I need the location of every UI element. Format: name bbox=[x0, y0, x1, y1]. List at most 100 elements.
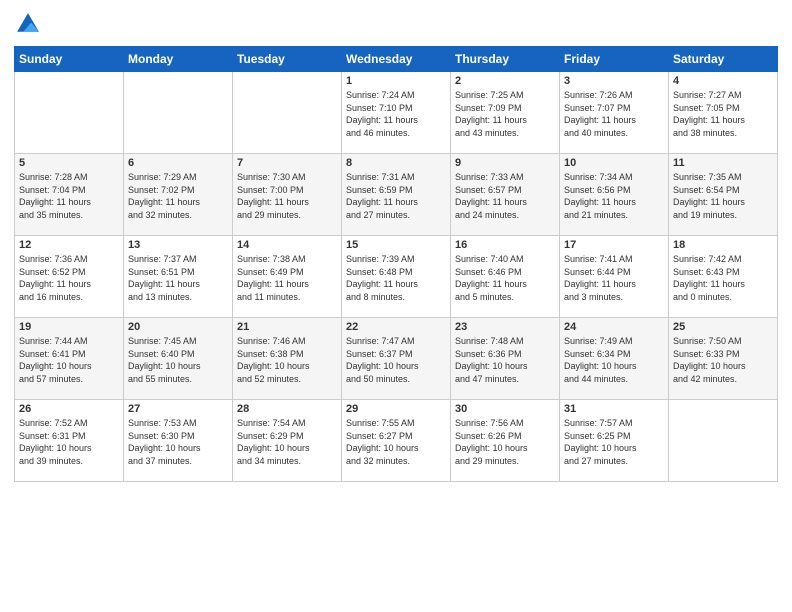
header-row: SundayMondayTuesdayWednesdayThursdayFrid… bbox=[15, 47, 778, 72]
cell-content: Sunrise: 7:52 AM Sunset: 6:31 PM Dayligh… bbox=[19, 417, 119, 467]
cell-content: Sunrise: 7:26 AM Sunset: 7:07 PM Dayligh… bbox=[564, 89, 664, 139]
day-number: 19 bbox=[19, 321, 119, 333]
day-number: 2 bbox=[455, 75, 555, 87]
cell-2-7: 11Sunrise: 7:35 AM Sunset: 6:54 PM Dayli… bbox=[669, 154, 778, 236]
day-number: 31 bbox=[564, 403, 664, 415]
day-number: 3 bbox=[564, 75, 664, 87]
cell-5-1: 26 Sunrise: 7:52 AM Sunset: 6:31 PM Dayli… bbox=[15, 400, 124, 482]
cell-content: Sunrise: 7:30 AM Sunset: 7:00 PM Dayligh… bbox=[237, 171, 337, 221]
cell-3-6: 17 Sunrise: 7:41 AM Sunset: 6:44 PM Dayli… bbox=[560, 236, 669, 318]
day-number: 28 bbox=[237, 403, 337, 415]
cell-2-3: 7 Sunrise: 7:30 AM Sunset: 7:00 PM Daylig… bbox=[233, 154, 342, 236]
cell-content: Sunrise: 7:25 AM Sunset: 7:09 PM Dayligh… bbox=[455, 89, 555, 139]
day-number: 9 bbox=[455, 157, 555, 169]
cell-1-5: 2 Sunrise: 7:25 AM Sunset: 7:09 PM Daylig… bbox=[451, 72, 560, 154]
col-header-thursday: Thursday bbox=[451, 47, 560, 72]
week-row-3: 12 Sunrise: 7:36 AM Sunset: 6:52 PM Dayli… bbox=[15, 236, 778, 318]
day-number: 18 bbox=[673, 239, 773, 251]
cell-2-5: 9 Sunrise: 7:33 AM Sunset: 6:57 PM Daylig… bbox=[451, 154, 560, 236]
cell-2-2: 6 Sunrise: 7:29 AM Sunset: 7:02 PM Daylig… bbox=[124, 154, 233, 236]
col-header-sunday: Sunday bbox=[15, 47, 124, 72]
cell-4-7: 25 Sunrise: 7:50 AM Sunset: 6:33 PM Dayli… bbox=[669, 318, 778, 400]
col-header-friday: Friday bbox=[560, 47, 669, 72]
cell-content: Sunrise: 7:24 AM Sunset: 7:10 PM Dayligh… bbox=[346, 89, 446, 139]
cell-4-6: 24 Sunrise: 7:49 AM Sunset: 6:34 PM Dayli… bbox=[560, 318, 669, 400]
day-number: 26 bbox=[19, 403, 119, 415]
day-number: 13 bbox=[128, 239, 228, 251]
week-row-4: 19 Sunrise: 7:44 AM Sunset: 6:41 PM Dayli… bbox=[15, 318, 778, 400]
cell-1-1 bbox=[15, 72, 124, 154]
cell-content: Sunrise: 7:38 AM Sunset: 6:49 PM Dayligh… bbox=[237, 253, 337, 303]
cell-content: Sunrise: 7:50 AM Sunset: 6:33 PM Dayligh… bbox=[673, 335, 773, 385]
cell-1-3 bbox=[233, 72, 342, 154]
cell-4-2: 20Sunrise: 7:45 AM Sunset: 6:40 PM Dayli… bbox=[124, 318, 233, 400]
day-number: 27 bbox=[128, 403, 228, 415]
cell-5-7 bbox=[669, 400, 778, 482]
day-number: 29 bbox=[346, 403, 446, 415]
cell-5-3: 28 Sunrise: 7:54 AM Sunset: 6:29 PM Dayli… bbox=[233, 400, 342, 482]
cell-4-3: 21Sunrise: 7:46 AM Sunset: 6:38 PM Dayli… bbox=[233, 318, 342, 400]
cell-content: Sunrise: 7:57 AM Sunset: 6:25 PM Dayligh… bbox=[564, 417, 664, 467]
col-header-monday: Monday bbox=[124, 47, 233, 72]
cell-content: Sunrise: 7:34 AM Sunset: 6:56 PM Dayligh… bbox=[564, 171, 664, 221]
day-number: 23 bbox=[455, 321, 555, 333]
cell-content: Sunrise: 7:41 AM Sunset: 6:44 PM Dayligh… bbox=[564, 253, 664, 303]
cell-content: Sunrise: 7:36 AM Sunset: 6:52 PM Dayligh… bbox=[19, 253, 119, 303]
cell-content: Sunrise: 7:40 AM Sunset: 6:46 PM Dayligh… bbox=[455, 253, 555, 303]
cell-2-1: 5 Sunrise: 7:28 AM Sunset: 7:04 PM Daylig… bbox=[15, 154, 124, 236]
day-number: 15 bbox=[346, 239, 446, 251]
day-number: 1 bbox=[346, 75, 446, 87]
page-container: SundayMondayTuesdayWednesdayThursdayFrid… bbox=[0, 0, 792, 490]
cell-3-5: 16 Sunrise: 7:40 AM Sunset: 6:46 PM Dayli… bbox=[451, 236, 560, 318]
logo-icon bbox=[14, 10, 42, 38]
week-row-1: 1 Sunrise: 7:24 AM Sunset: 7:10 PM Daylig… bbox=[15, 72, 778, 154]
header bbox=[14, 10, 778, 38]
cell-content: Sunrise: 7:28 AM Sunset: 7:04 PM Dayligh… bbox=[19, 171, 119, 221]
calendar-header: SundayMondayTuesdayWednesdayThursdayFrid… bbox=[15, 47, 778, 72]
cell-content: Sunrise: 7:44 AM Sunset: 6:41 PM Dayligh… bbox=[19, 335, 119, 385]
cell-content: Sunrise: 7:27 AM Sunset: 7:05 PM Dayligh… bbox=[673, 89, 773, 139]
cell-content: Sunrise: 7:42 AM Sunset: 6:43 PM Dayligh… bbox=[673, 253, 773, 303]
cell-2-6: 10 Sunrise: 7:34 AM Sunset: 6:56 PM Dayli… bbox=[560, 154, 669, 236]
cell-5-6: 31 Sunrise: 7:57 AM Sunset: 6:25 PM Dayli… bbox=[560, 400, 669, 482]
cell-1-4: 1 Sunrise: 7:24 AM Sunset: 7:10 PM Daylig… bbox=[342, 72, 451, 154]
day-number: 16 bbox=[455, 239, 555, 251]
col-header-tuesday: Tuesday bbox=[233, 47, 342, 72]
cell-4-5: 23Sunrise: 7:48 AM Sunset: 6:36 PM Dayli… bbox=[451, 318, 560, 400]
day-number: 5 bbox=[19, 157, 119, 169]
day-number: 12 bbox=[19, 239, 119, 251]
day-number: 7 bbox=[237, 157, 337, 169]
cell-3-1: 12 Sunrise: 7:36 AM Sunset: 6:52 PM Dayli… bbox=[15, 236, 124, 318]
cell-content: Sunrise: 7:31 AM Sunset: 6:59 PM Dayligh… bbox=[346, 171, 446, 221]
col-header-wednesday: Wednesday bbox=[342, 47, 451, 72]
logo bbox=[14, 10, 46, 38]
day-number: 17 bbox=[564, 239, 664, 251]
day-number: 21 bbox=[237, 321, 337, 333]
day-number: 4 bbox=[673, 75, 773, 87]
day-number: 10 bbox=[564, 157, 664, 169]
cell-2-4: 8 Sunrise: 7:31 AM Sunset: 6:59 PM Daylig… bbox=[342, 154, 451, 236]
cell-4-4: 22Sunrise: 7:47 AM Sunset: 6:37 PM Dayli… bbox=[342, 318, 451, 400]
cell-content: Sunrise: 7:55 AM Sunset: 6:27 PM Dayligh… bbox=[346, 417, 446, 467]
calendar-table: SundayMondayTuesdayWednesdayThursdayFrid… bbox=[14, 46, 778, 482]
cell-3-2: 13Sunrise: 7:37 AM Sunset: 6:51 PM Dayli… bbox=[124, 236, 233, 318]
cell-5-5: 30Sunrise: 7:56 AM Sunset: 6:26 PM Dayli… bbox=[451, 400, 560, 482]
calendar-body: 1 Sunrise: 7:24 AM Sunset: 7:10 PM Daylig… bbox=[15, 72, 778, 482]
cell-5-4: 29 Sunrise: 7:55 AM Sunset: 6:27 PM Dayli… bbox=[342, 400, 451, 482]
day-number: 11 bbox=[673, 157, 773, 169]
day-number: 6 bbox=[128, 157, 228, 169]
cell-3-3: 14 Sunrise: 7:38 AM Sunset: 6:49 PM Dayli… bbox=[233, 236, 342, 318]
cell-3-4: 15Sunrise: 7:39 AM Sunset: 6:48 PM Dayli… bbox=[342, 236, 451, 318]
day-number: 14 bbox=[237, 239, 337, 251]
cell-content: Sunrise: 7:49 AM Sunset: 6:34 PM Dayligh… bbox=[564, 335, 664, 385]
week-row-5: 26 Sunrise: 7:52 AM Sunset: 6:31 PM Dayli… bbox=[15, 400, 778, 482]
cell-content: Sunrise: 7:29 AM Sunset: 7:02 PM Dayligh… bbox=[128, 171, 228, 221]
day-number: 24 bbox=[564, 321, 664, 333]
day-number: 25 bbox=[673, 321, 773, 333]
day-number: 8 bbox=[346, 157, 446, 169]
cell-content: Sunrise: 7:33 AM Sunset: 6:57 PM Dayligh… bbox=[455, 171, 555, 221]
cell-content: Sunrise: 7:45 AM Sunset: 6:40 PM Dayligh… bbox=[128, 335, 228, 385]
cell-content: Sunrise: 7:54 AM Sunset: 6:29 PM Dayligh… bbox=[237, 417, 337, 467]
cell-4-1: 19 Sunrise: 7:44 AM Sunset: 6:41 PM Dayli… bbox=[15, 318, 124, 400]
col-header-saturday: Saturday bbox=[669, 47, 778, 72]
